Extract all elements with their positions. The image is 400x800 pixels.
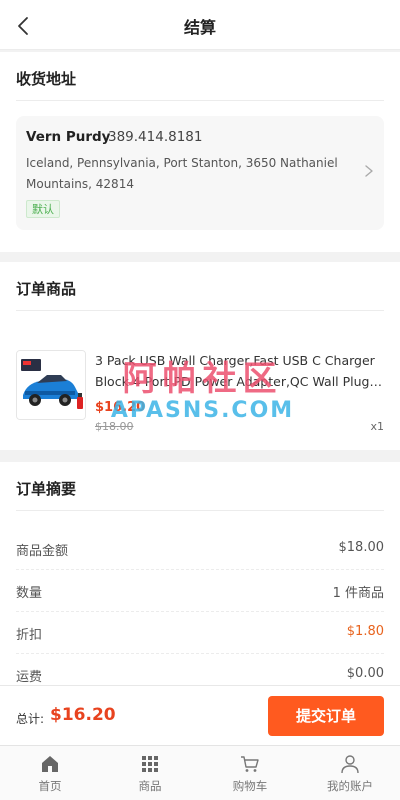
summary-label: 数量 (16, 586, 43, 601)
bottom-tab-bar: 首页 商品 购物车 我的账户 (0, 745, 400, 800)
divider (16, 310, 384, 311)
tab-products[interactable]: 商品 (100, 746, 200, 800)
address-text: Iceland, Pennsylvania, Port Stanton, 365… (26, 156, 338, 191)
car-toy-image (17, 351, 85, 419)
summary-value: 1 件商品 (332, 586, 384, 601)
product-original-price: $18.00 (95, 420, 134, 433)
page-title: 结算 (183, 18, 216, 37)
tab-cart[interactable]: 购物车 (200, 746, 300, 800)
summary-label: 折扣 (16, 628, 43, 643)
grid-icon (142, 756, 158, 772)
summary-value: $18.00 (338, 540, 385, 555)
product-price: $16.20 (95, 400, 146, 415)
summary-row-quantity: 数量 1 件商品 (16, 570, 384, 612)
top-bar: 结算 (0, 0, 400, 50)
tab-label: 我的账户 (327, 779, 373, 793)
total-label: 总计: (16, 712, 45, 726)
address-section-title: 收货地址 (16, 70, 77, 88)
address-card[interactable]: Vern Purdy 389.414.8181 Iceland, Pennsyl… (16, 116, 384, 230)
chevron-right-icon (365, 165, 373, 177)
summary-value: $0.00 (346, 666, 384, 681)
tab-account[interactable]: 我的账户 (300, 746, 400, 800)
summary-label: 商品金额 (16, 544, 69, 559)
product-image (16, 350, 86, 420)
tab-label: 商品 (138, 779, 162, 793)
tab-label: 首页 (38, 779, 62, 793)
tab-label: 购物车 (232, 779, 268, 793)
address-section: 收货地址 Vern Purdy 389.414.8181 Iceland, Pe… (0, 52, 400, 252)
product-quantity: x1 (370, 420, 384, 433)
product-name[interactable]: 3 Pack USB Wall Charger,Fast USB C Charg… (95, 350, 385, 392)
summary-section-title: 订单摘要 (16, 480, 77, 498)
divider (16, 510, 384, 511)
recipient-phone: 389.414.8181 (108, 129, 203, 145)
items-section-title: 订单商品 (16, 280, 77, 298)
summary-label: 运费 (16, 670, 43, 685)
order-items-section: 订单商品 3 Pack USB Wall Charger,Fast USB C … (0, 262, 400, 450)
total-amount: $16.20 (50, 705, 116, 725)
recipient-name: Vern Purdy (26, 129, 111, 145)
divider (16, 100, 384, 101)
checkout-bar: 总计: $16.20 提交订单 (0, 685, 400, 745)
summary-row-discount: 折扣 $1.80 (16, 612, 384, 654)
user-icon (341, 755, 359, 774)
summary-value: $1.80 (346, 624, 384, 639)
home-icon (42, 756, 58, 772)
cart-icon (241, 756, 259, 772)
summary-row-subtotal: 商品金额 $18.00 (16, 528, 384, 570)
order-summary-section: 订单摘要 商品金额 $18.00 数量 1 件商品 折扣 $1.80 运费 $0… (0, 462, 400, 686)
default-badge: 默认 (26, 200, 60, 218)
submit-order-button[interactable]: 提交订单 (268, 696, 384, 736)
tab-home[interactable]: 首页 (0, 746, 100, 800)
